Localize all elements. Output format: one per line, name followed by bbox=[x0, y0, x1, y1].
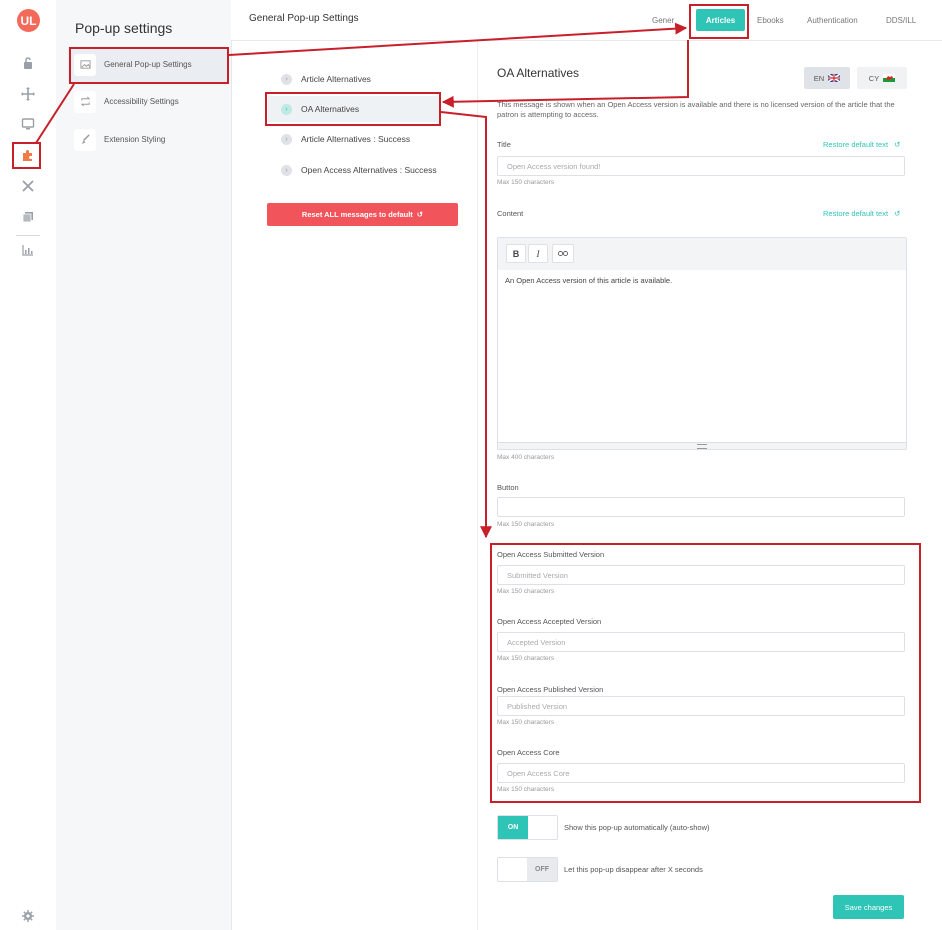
arrow-articles-to-oa bbox=[441, 40, 689, 108]
annotation-arrows bbox=[35, 22, 689, 539]
arrow-puzzle-to-sidebar bbox=[35, 83, 75, 144]
arrow-oa-to-fields bbox=[440, 111, 492, 539]
arrow-sidebar-to-articles bbox=[228, 22, 688, 56]
